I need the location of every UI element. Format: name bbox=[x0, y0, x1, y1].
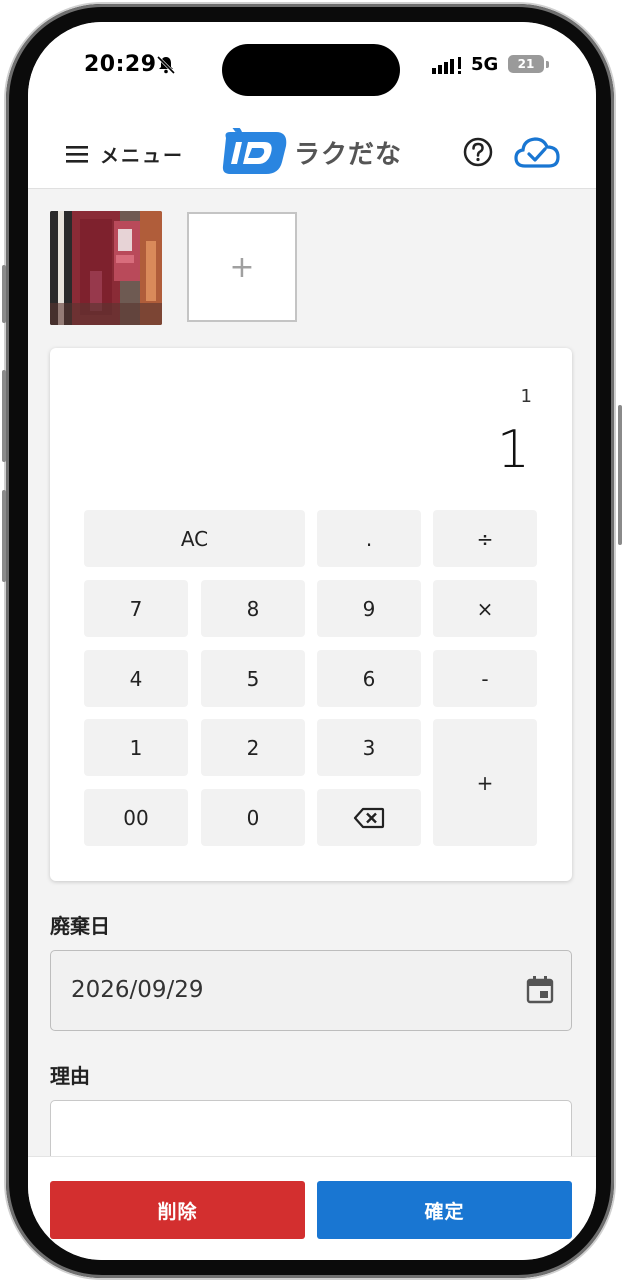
backspace-icon bbox=[353, 807, 385, 828]
add-photo-button[interactable]: + bbox=[187, 212, 297, 322]
key-7[interactable]: 7 bbox=[84, 580, 188, 637]
key-00[interactable]: 00 bbox=[84, 789, 188, 846]
status-bar: 20:29 5G 21 bbox=[28, 22, 596, 120]
bell-slash-icon bbox=[156, 55, 176, 75]
key-decimal[interactable]: . bbox=[317, 510, 421, 567]
side-button-left-2 bbox=[2, 370, 6, 462]
key-6[interactable]: 6 bbox=[317, 650, 421, 707]
calendar-icon[interactable] bbox=[525, 975, 555, 1005]
signal-icon bbox=[432, 57, 461, 74]
phone-frame: 20:29 5G 21 メニュー ラクだな + 1 1 AC . ÷ 7 8 9… bbox=[0, 0, 624, 1284]
calculator-card: 1 1 AC . ÷ 7 8 9 × 4 5 6 - 1 2 3 + 00 0 bbox=[50, 348, 572, 881]
photo-thumbnail[interactable] bbox=[50, 211, 162, 325]
dynamic-island bbox=[222, 44, 400, 96]
menu-button[interactable]: メニュー bbox=[66, 138, 184, 170]
side-button-left-3 bbox=[2, 490, 6, 582]
side-button-left-1 bbox=[2, 265, 6, 323]
help-icon[interactable] bbox=[462, 136, 494, 168]
confirm-button[interactable]: 確定 bbox=[317, 1181, 572, 1239]
network-type: 5G bbox=[471, 54, 499, 75]
menu-label: メニュー bbox=[100, 144, 185, 167]
screen: 20:29 5G 21 メニュー ラクだな + 1 1 AC . ÷ 7 8 9… bbox=[28, 22, 596, 1260]
disposal-date-label: 廃棄日 bbox=[50, 914, 110, 938]
key-8[interactable]: 8 bbox=[201, 580, 305, 637]
app-name: ラクだな bbox=[294, 140, 403, 170]
key-plus[interactable]: + bbox=[433, 719, 537, 846]
key-divide[interactable]: ÷ bbox=[433, 510, 537, 567]
disposal-date-value: 2026/09/29 bbox=[71, 977, 204, 1003]
app-bar: メニュー ラクだな bbox=[28, 120, 596, 189]
key-clear[interactable]: AC bbox=[84, 510, 305, 567]
disposal-date-field[interactable]: 2026/09/29 bbox=[50, 950, 572, 1031]
key-4[interactable]: 4 bbox=[84, 650, 188, 707]
key-5[interactable]: 5 bbox=[201, 650, 305, 707]
delete-button[interactable]: 削除 bbox=[50, 1181, 305, 1239]
product-photo bbox=[50, 211, 162, 325]
key-multiply[interactable]: × bbox=[433, 580, 537, 637]
key-1[interactable]: 1 bbox=[84, 719, 188, 776]
key-minus[interactable]: - bbox=[433, 650, 537, 707]
key-backspace[interactable] bbox=[317, 789, 421, 846]
hamburger-icon bbox=[66, 146, 88, 163]
key-9[interactable]: 9 bbox=[317, 580, 421, 637]
side-button-right bbox=[618, 405, 622, 545]
calculator-result: 1 bbox=[496, 420, 530, 480]
reason-label: 理由 bbox=[50, 1064, 90, 1088]
battery-tip bbox=[546, 61, 549, 68]
logo-icon bbox=[222, 128, 287, 174]
cloud-check-icon[interactable] bbox=[513, 134, 561, 170]
battery-icon: 21 bbox=[508, 55, 544, 73]
status-time: 20:29 bbox=[84, 52, 157, 77]
key-3[interactable]: 3 bbox=[317, 719, 421, 776]
calculator-expression: 1 bbox=[520, 386, 532, 407]
key-2[interactable]: 2 bbox=[201, 719, 305, 776]
bottom-action-bar: 削除 確定 bbox=[28, 1156, 596, 1260]
key-0[interactable]: 0 bbox=[201, 789, 305, 846]
